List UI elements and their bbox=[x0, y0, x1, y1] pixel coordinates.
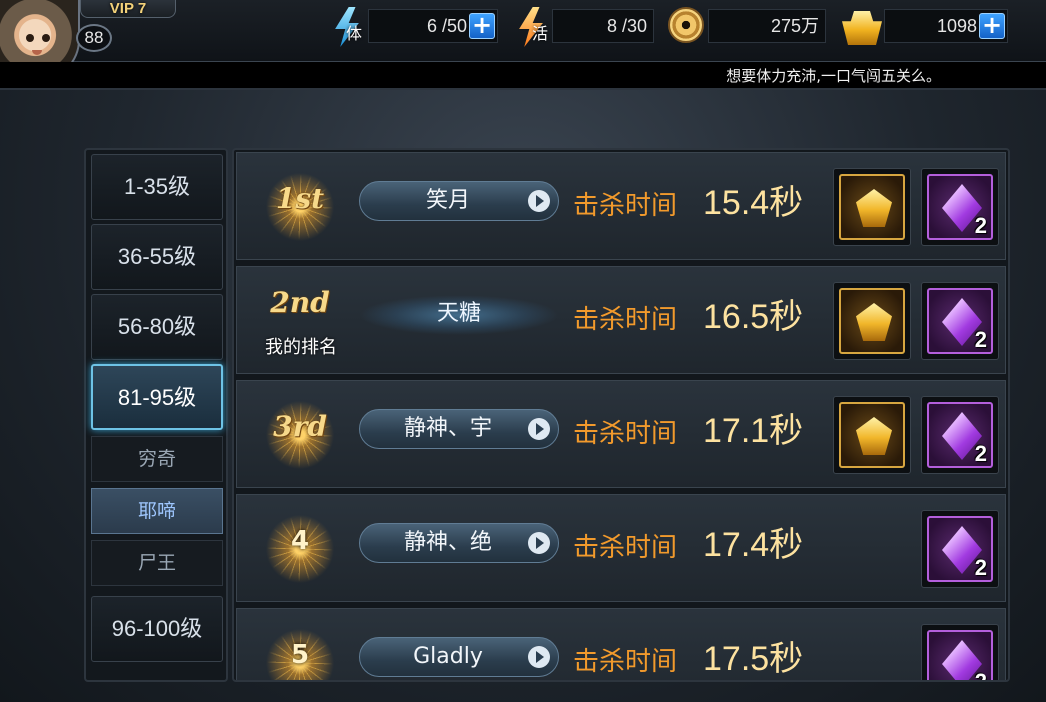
rank-label: 4 bbox=[290, 526, 310, 556]
ranking-row: 3rd 静神、宇 击杀时间 17.1秒 2 bbox=[236, 380, 1006, 488]
kill-time-label: 击杀时间 bbox=[573, 305, 678, 335]
add-gold-button[interactable]: + bbox=[979, 13, 1005, 39]
tab-level-81-95[interactable]: 81-95级 bbox=[91, 364, 223, 430]
tab-level-56-80[interactable]: 56-80级 bbox=[91, 294, 223, 360]
copper-value: 275万 bbox=[770, 16, 819, 36]
gold-ingot-icon bbox=[842, 7, 882, 45]
player-name: 静神、绝 bbox=[403, 530, 492, 555]
gold-reward-slot[interactable] bbox=[833, 168, 911, 246]
kill-time-value: 17.1秒 bbox=[703, 412, 804, 450]
play-arrow-icon bbox=[528, 646, 550, 668]
news-ticker: 想要体力充沛,一口气闯五关么。 bbox=[0, 62, 1046, 90]
ranking-row: 5 Gladly 击杀时间 17.5秒 2 bbox=[236, 608, 1006, 682]
kill-time-label: 击杀时间 bbox=[573, 533, 678, 563]
vitality-resource: 活 8 /30 bbox=[514, 7, 654, 47]
subtab-shiwang[interactable]: 尸王 bbox=[91, 540, 223, 586]
copper-coin-icon bbox=[668, 7, 704, 43]
vitality-tag: 活 bbox=[532, 24, 549, 43]
tab-level-96-100[interactable]: 96-100级 bbox=[91, 596, 223, 662]
gold-reward-slot[interactable] bbox=[833, 282, 911, 360]
player-name: 静神、宇 bbox=[403, 416, 492, 441]
vitality-value-field: 8 /30 bbox=[552, 9, 654, 43]
ticker-text: 想要体力充沛,一口气闯五关么。 bbox=[726, 67, 941, 85]
rank-label: 1st bbox=[275, 182, 325, 215]
rank-label: 2nd bbox=[270, 286, 330, 319]
play-arrow-icon bbox=[528, 190, 550, 212]
player-name: 天糖 bbox=[436, 301, 481, 326]
rank-label: 3rd bbox=[273, 410, 327, 443]
ranking-row: 4 静神、绝 击杀时间 17.4秒 2 bbox=[236, 494, 1006, 602]
stamina-value: 6 /50 bbox=[426, 16, 467, 36]
player-name-button[interactable]: 静神、绝 bbox=[359, 523, 559, 563]
ranking-list[interactable]: 1st 笑月 击杀时间 15.4秒 2 2nd 我的排名 天糖 击杀时间 16.… bbox=[232, 148, 1010, 682]
kill-time-value: 15.4秒 bbox=[703, 184, 804, 222]
purple-reward-slot[interactable]: 2 bbox=[921, 624, 999, 682]
purple-reward-slot[interactable]: 2 bbox=[921, 396, 999, 474]
subtab-yeti[interactable]: 耶啼 bbox=[91, 488, 223, 534]
gold-crystal-icon bbox=[856, 417, 892, 455]
reward-count: 2 bbox=[974, 555, 987, 580]
gold-crystal-icon bbox=[856, 189, 892, 227]
kill-time-label: 击杀时间 bbox=[573, 647, 678, 677]
vitality-value: 8 /30 bbox=[606, 16, 647, 36]
rank-label: 5 bbox=[290, 640, 310, 670]
copper-value-field: 275万 bbox=[708, 9, 826, 43]
player-name-button[interactable]: 静神、宇 bbox=[359, 409, 559, 449]
stamina-value-field: 6 /50 + bbox=[368, 9, 498, 43]
kill-time-value: 17.4秒 bbox=[703, 526, 804, 564]
add-stamina-button[interactable]: + bbox=[469, 13, 495, 39]
purple-reward-slot[interactable]: 2 bbox=[921, 282, 999, 360]
vip-badge[interactable]: VIP 7 bbox=[80, 0, 176, 18]
kill-time-value: 17.5秒 bbox=[703, 640, 804, 678]
level-tab-panel: 1-35级 36-55级 56-80级 81-95级 穷奇 耶啼 尸王 96-1… bbox=[84, 148, 228, 682]
reward-count: 2 bbox=[974, 669, 987, 682]
player-name-button[interactable]: 笑月 bbox=[359, 181, 559, 221]
kill-time-label: 击杀时间 bbox=[573, 191, 678, 221]
purple-reward-slot[interactable]: 2 bbox=[921, 510, 999, 588]
reward-count: 2 bbox=[974, 327, 987, 352]
copper-resource: 275万 bbox=[668, 7, 828, 45]
tab-level-36-55[interactable]: 36-55级 bbox=[91, 224, 223, 290]
player-name: 笑月 bbox=[425, 188, 470, 213]
ranking-row: 1st 笑月 击杀时间 15.4秒 2 bbox=[236, 152, 1006, 260]
play-arrow-icon bbox=[528, 532, 550, 554]
avatar-mouth bbox=[32, 50, 42, 55]
reward-count: 2 bbox=[974, 213, 987, 238]
ranking-row: 2nd 我的排名 天糖 击杀时间 16.5秒 2 bbox=[236, 266, 1006, 374]
kill-time-label: 击杀时间 bbox=[573, 419, 678, 449]
player-name-highlight: 天糖 bbox=[359, 295, 559, 335]
player-name: Gladly bbox=[413, 644, 483, 669]
player-level-badge: 88 bbox=[76, 24, 112, 52]
kill-time-value: 16.5秒 bbox=[703, 298, 804, 336]
stamina-tag: 体 bbox=[346, 24, 363, 43]
purple-reward-slot[interactable]: 2 bbox=[921, 168, 999, 246]
gold-reward-slot[interactable] bbox=[833, 396, 911, 474]
avatar-eye bbox=[42, 34, 50, 42]
avatar-eye bbox=[26, 34, 34, 42]
tab-level-1-35[interactable]: 1-35级 bbox=[91, 154, 223, 220]
reward-count: 2 bbox=[974, 441, 987, 466]
top-bar: VIP 7 88 体 6 /50 + 活 8 /30 275万 1098 + bbox=[0, 0, 1046, 80]
gold-value-field: 1098 + bbox=[884, 9, 1008, 43]
stamina-resource: 体 6 /50 + bbox=[330, 7, 500, 47]
subtab-qiongqi[interactable]: 穷奇 bbox=[91, 436, 223, 482]
gold-crystal-icon bbox=[856, 303, 892, 341]
my-rank-label: 我的排名 bbox=[265, 337, 337, 358]
player-name-button[interactable]: Gladly bbox=[359, 637, 559, 677]
play-arrow-icon bbox=[528, 418, 550, 440]
gold-value: 1098 bbox=[936, 16, 977, 36]
gold-resource: 1098 + bbox=[842, 9, 1010, 45]
